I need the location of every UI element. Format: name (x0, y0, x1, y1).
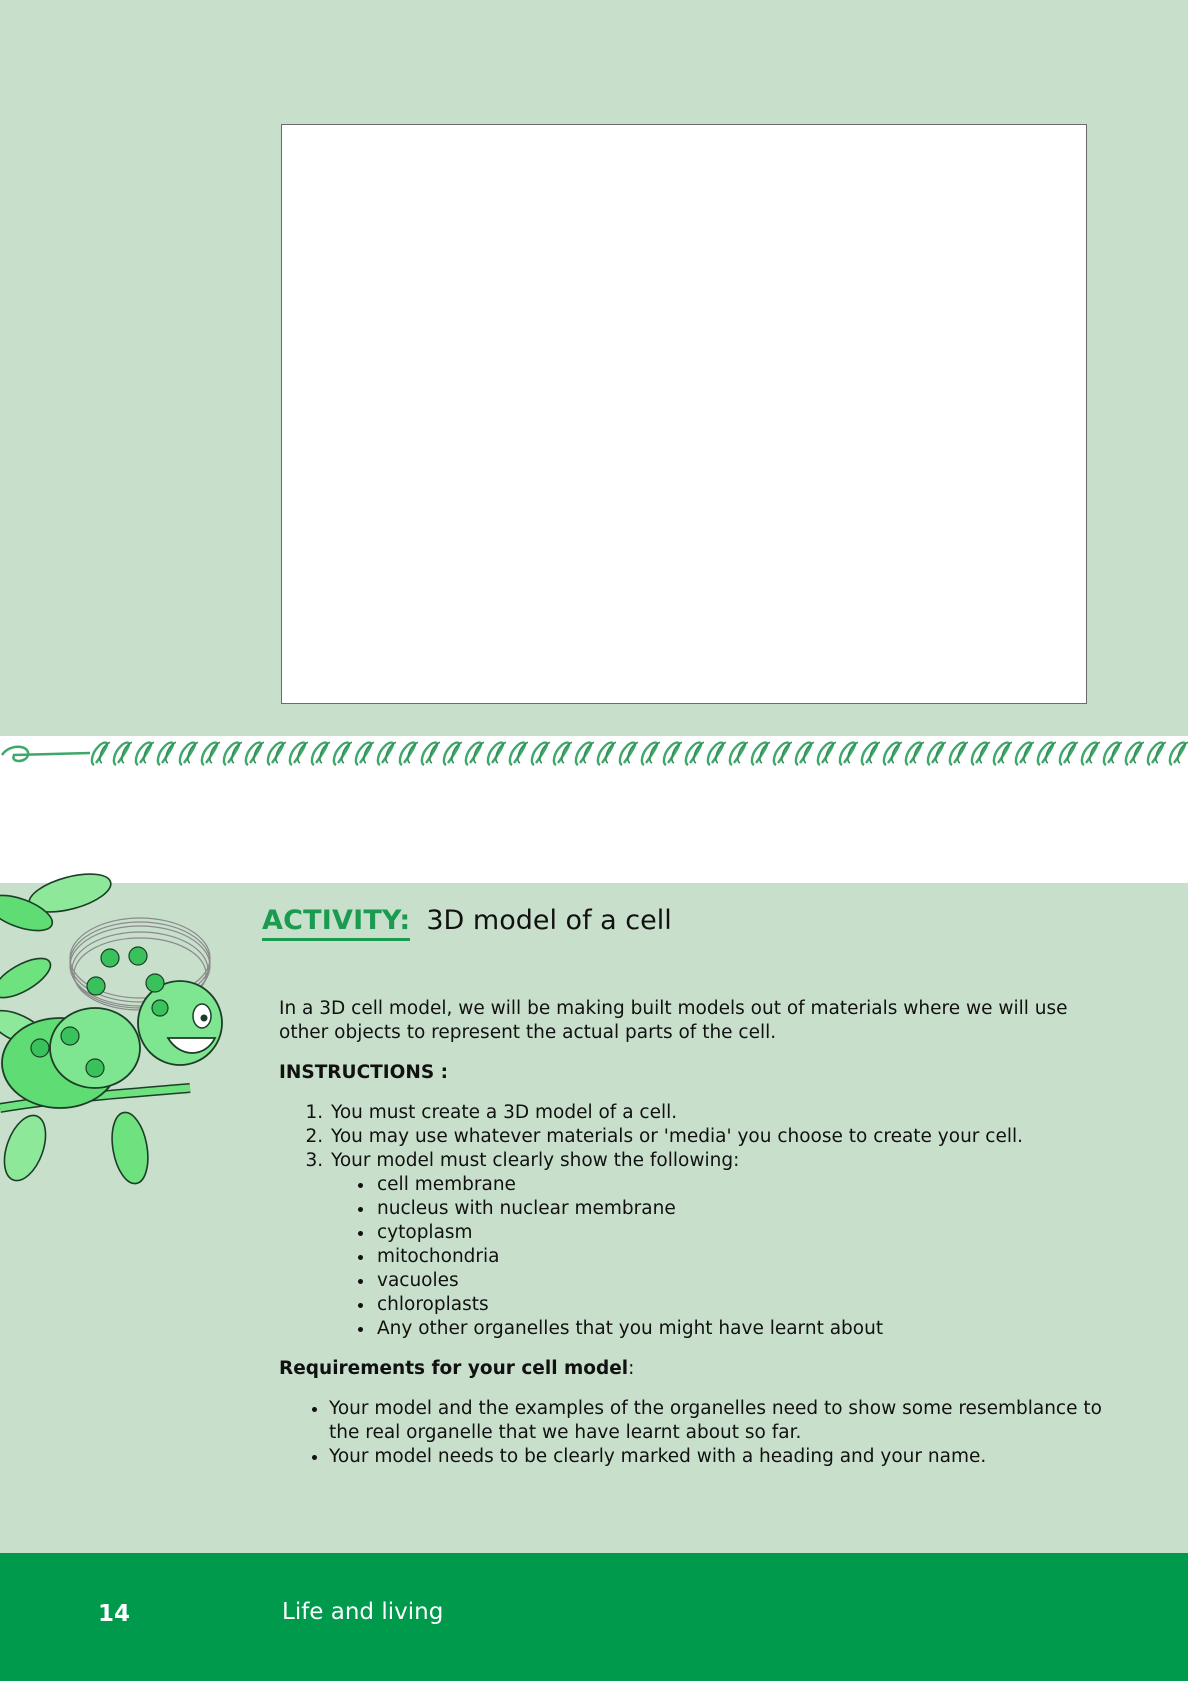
requirement-item: Your model needs to be clearly marked wi… (329, 1445, 1109, 1469)
instruction-step-text: Your model must clearly show the followi… (331, 1150, 740, 1171)
footer-chapter-title: Life and living (282, 1599, 444, 1625)
instruction-steps: You must create a 3D model of a cell. Yo… (279, 1101, 1109, 1341)
cell-part-item: Any other organelles that you might have… (375, 1317, 1109, 1341)
activity-title: 3D model of a cell (426, 905, 672, 936)
chain-border-decoration (0, 733, 1188, 773)
cell-part-item: vacuoles (375, 1269, 1109, 1293)
drawing-panel (0, 0, 1188, 737)
requirements-heading-colon: : (628, 1358, 635, 1379)
page-number: 14 (98, 1601, 131, 1627)
cell-part-item: cell membrane (375, 1173, 1109, 1197)
requirement-item: Your model and the examples of the organ… (329, 1397, 1109, 1445)
activity-heading: ACTIVITY: 3D model of a cell (262, 905, 672, 941)
instruction-step: You must create a 3D model of a cell. (329, 1101, 1109, 1125)
drawing-box (281, 124, 1087, 704)
activity-label: ACTIVITY: (262, 905, 411, 941)
cell-part-item: nucleus with nuclear membrane (375, 1197, 1109, 1221)
page-footer: 14 Life and living (0, 1553, 1188, 1681)
requirements-list: Your model and the examples of the organ… (279, 1397, 1109, 1469)
caterpillar-mascot-illustration (0, 873, 223, 1185)
cell-part-item: mitochondria (375, 1245, 1109, 1269)
cell-part-item: chloroplasts (375, 1293, 1109, 1317)
intro-paragraph: In a 3D cell model, we will be making bu… (279, 998, 1068, 1043)
requirements-heading: Requirements for your cell model: (279, 1357, 1109, 1381)
activity-content: In a 3D cell model, we will be making bu… (279, 997, 1109, 1469)
section-gap (0, 773, 1188, 883)
requirements-heading-text: Requirements for your cell model (279, 1358, 629, 1379)
cell-parts-list: cell membrane nucleus with nuclear membr… (331, 1173, 1109, 1341)
cell-part-item: cytoplasm (375, 1221, 1109, 1245)
instruction-step: Your model must clearly show the followi… (329, 1149, 1109, 1341)
instructions-heading: INSTRUCTIONS : (279, 1062, 449, 1083)
instruction-step: You may use whatever materials or 'media… (329, 1125, 1109, 1149)
